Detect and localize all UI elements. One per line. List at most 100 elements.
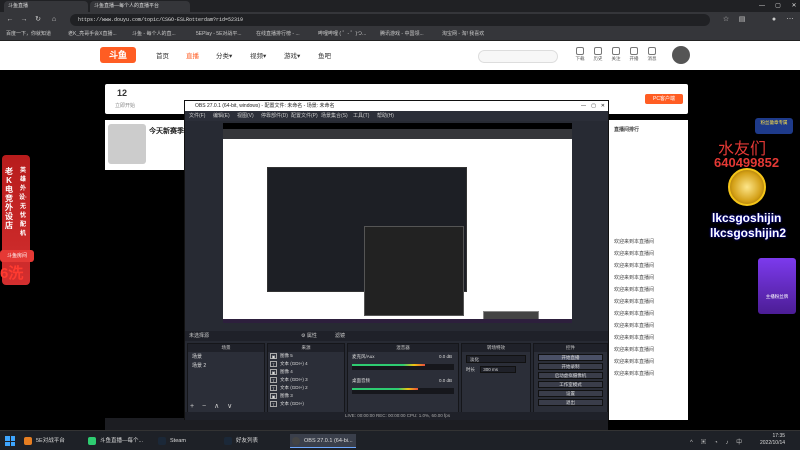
sources-dock: 来源 ▣ 图像 5 T 文本 (GDI+) 4 ▣ 图像 4 T 文本 (GDI+) 3… — [267, 343, 345, 413]
menu-edit[interactable]: 编辑(E) — [213, 111, 230, 121]
nav-yuba[interactable]: 鱼吧 — [318, 50, 331, 60]
menu-file[interactable]: 文件(F) — [189, 111, 205, 121]
menu-scene-collection[interactable]: 场景集合(S) — [321, 111, 348, 121]
url-input[interactable]: https://www.douyu.com/topic/CSGO-ESLRott… — [70, 14, 710, 26]
nav-live[interactable]: 直播 — [186, 50, 199, 60]
source-item[interactable]: ▣ 图像 5 — [268, 352, 344, 360]
scene-item[interactable]: 场景 — [188, 352, 264, 361]
broadcast-icon[interactable]: 开播 — [626, 47, 642, 62]
forward-icon[interactable]: → — [18, 14, 30, 26]
taskbar-label: 好友列表 — [236, 438, 259, 444]
source-item[interactable]: T 文本 (GDI+) 4 — [268, 360, 344, 368]
exit-button[interactable]: 退出 — [538, 399, 603, 406]
menu-view[interactable]: 视图(V) — [237, 111, 254, 121]
dock-title: 混音器 — [348, 344, 458, 352]
bookmark[interactable]: 百度一下，你就知道 — [6, 30, 51, 37]
nav-category[interactable]: 分类▾ — [216, 50, 232, 60]
source-item[interactable]: T 文本 (GDI+) 2 — [268, 384, 344, 392]
minimize-icon[interactable]: — — [754, 0, 770, 12]
taskbar-item[interactable]: Steam — [156, 434, 222, 448]
bookmark[interactable]: 5EPlay - 5E对战平... — [196, 30, 242, 37]
transitions-dock: 转场特效 淡化 时长 300 ms — [461, 343, 531, 413]
site-logo[interactable]: 斗鱼 — [100, 47, 136, 63]
download-icon[interactable]: 下载 — [572, 47, 588, 62]
taskbar-label: 5E对战平台 — [36, 438, 65, 444]
source-item[interactable]: T 文本 (GDI+) — [268, 400, 344, 408]
scene-toolbar[interactable]: + − ∧ ∨ — [190, 402, 235, 410]
taskbar-item-active[interactable]: OBS 27.0.1 (64-bi... — [290, 434, 356, 448]
message-icon[interactable]: 消息 — [644, 47, 660, 62]
transition-select[interactable]: 淡化 — [466, 355, 526, 363]
history-icon[interactable]: 历史 — [590, 47, 606, 62]
back-icon[interactable]: ← — [4, 14, 16, 26]
menu-tools[interactable]: 工具(T) — [353, 111, 369, 121]
duration-input[interactable]: 300 ms — [480, 366, 517, 373]
nav-games[interactable]: 游戏▾ — [284, 50, 300, 60]
close-icon[interactable]: ✕ — [601, 101, 605, 111]
avatar[interactable]: ● — [768, 14, 780, 26]
menu-docks[interactable]: 停靠部件(D) — [261, 111, 288, 121]
overlay-big-text: 6洗 — [0, 265, 24, 282]
follow-icon[interactable]: 关注 — [608, 47, 624, 62]
search-input[interactable] — [478, 50, 558, 63]
streamer-avatar[interactable] — [108, 124, 146, 164]
taskbar-label: Steam — [170, 438, 186, 444]
image-icon: ▣ — [270, 353, 277, 359]
source-item[interactable]: ▣ 图像 4 — [268, 368, 344, 376]
taskbar-label: 斗鱼直播—每个... — [100, 438, 144, 444]
windows-start-icon[interactable] — [5, 436, 15, 446]
ad-text: 老K电竞外设店 — [5, 167, 13, 230]
bookmark[interactable]: 老K_亮哥手会X直播... — [68, 30, 117, 37]
nested-browser-capture — [223, 129, 572, 323]
volume-meter[interactable] — [352, 388, 454, 394]
bookmark[interactable]: 腾讯游戏 - 中国领... — [380, 30, 424, 37]
clock-date: 2022/10/14 — [760, 440, 786, 446]
reload-icon[interactable]: ↻ — [32, 14, 44, 26]
image-icon: ▣ — [270, 369, 277, 375]
scene-item[interactable]: 场景 2 — [188, 361, 264, 370]
fan-card[interactable]: 主播粉丝牌 — [758, 258, 796, 314]
menu-profile[interactable]: 配置文件(P) — [291, 111, 318, 121]
taskbar-item[interactable]: 斗鱼直播—每个... — [86, 434, 152, 448]
stream-title: 今天新赛季 — [149, 128, 184, 135]
browser-tab-active[interactable]: 斗鱼直播—每个人的直播平台 — [90, 1, 190, 12]
nav-home[interactable]: 首页 — [156, 50, 169, 60]
system-tray[interactable]: ^ ▣ ◔ ♪ 中 — [690, 437, 745, 446]
clock[interactable]: 17:35 2022/10/14 — [760, 433, 785, 447]
close-icon[interactable]: ✕ — [786, 0, 800, 12]
browser-tab[interactable]: 斗鱼直播 — [4, 1, 88, 12]
start-streaming-button[interactable]: 开始直播 — [538, 354, 603, 361]
menu-help[interactable]: 帮助(H) — [377, 111, 394, 121]
volume-meter[interactable] — [352, 364, 454, 370]
studio-mode-button[interactable]: 工作室模式 — [538, 381, 603, 388]
bookmark[interactable]: 哔哩哔哩 ( ゜- ゜)つ... — [318, 30, 366, 37]
chat-line: 欢迎来到本直播间 — [614, 323, 655, 329]
filters-button[interactable]: 滤镜 — [335, 331, 345, 341]
chat-line: 欢迎来到本直播间 — [614, 251, 655, 257]
bookmark[interactable]: 淘宝网 - 淘! 我喜欢 — [442, 30, 484, 37]
source-item[interactable]: T 文本 (GDI+) 3 — [268, 376, 344, 384]
start-recording-button[interactable]: 开始录制 — [538, 363, 603, 370]
taskbar-item[interactable]: 好友列表 — [222, 434, 288, 448]
settings-button[interactable]: 设置 — [538, 390, 603, 397]
virtual-camera-button[interactable]: 启动虚拟摄像机 — [538, 372, 603, 379]
pc-client-button[interactable]: PC客户端 — [645, 94, 683, 104]
source-item[interactable]: ▣ 图像 3 — [268, 392, 344, 400]
minimize-icon[interactable]: — — [581, 101, 586, 111]
dock-title: 转场特效 — [462, 344, 530, 352]
user-avatar[interactable] — [672, 46, 690, 64]
obs-status-bar: LIVE: 00:00:00 REC: 00:00:00 CPU: 1.0%, … — [185, 412, 608, 420]
nav-video[interactable]: 视频▾ — [250, 50, 266, 60]
maximize-icon[interactable]: ▢ — [591, 101, 596, 111]
obs-preview[interactable] — [223, 123, 572, 323]
bookmark[interactable]: 在线直播排行榜 - ... — [256, 30, 300, 37]
favorites-icon[interactable]: ☆ — [720, 14, 732, 26]
taskbar-item[interactable]: 5E对战平台 — [22, 434, 82, 448]
menu-icon[interactable]: ⋯ — [784, 14, 796, 26]
collections-icon[interactable]: ▤ — [736, 14, 748, 26]
chat-line: 欢迎来到本直播间 — [614, 311, 655, 317]
properties-button[interactable]: ⚙ 属性 — [301, 331, 317, 341]
home-icon[interactable]: ⌂ — [48, 14, 60, 26]
maximize-icon[interactable]: ▢ — [770, 0, 786, 12]
bookmark[interactable]: 斗鱼 - 每个人的直... — [132, 30, 176, 37]
